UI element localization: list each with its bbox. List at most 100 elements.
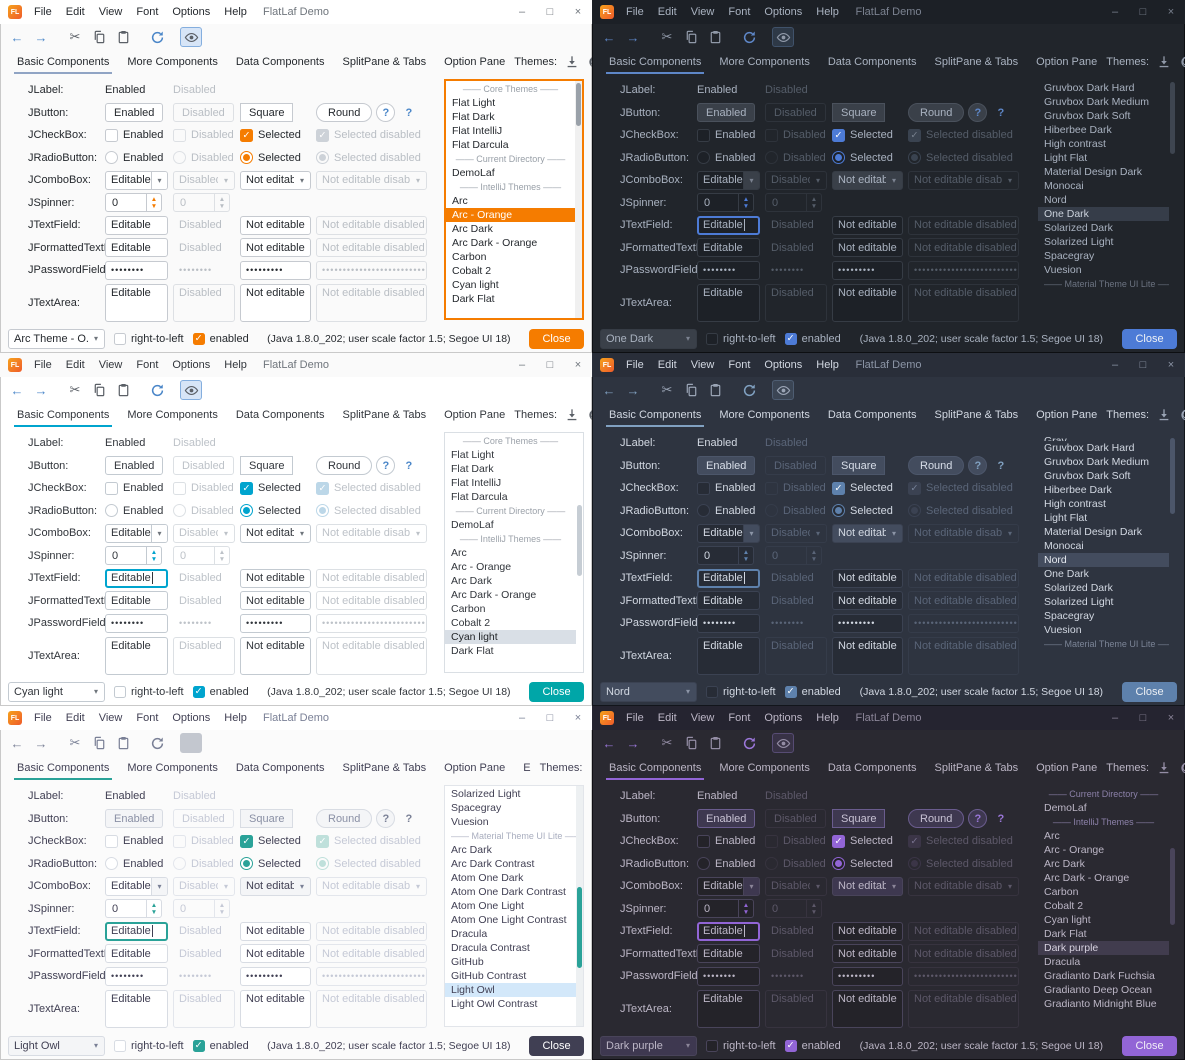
github-icon[interactable] — [1178, 407, 1185, 424]
theme-list-item[interactable]: Gruvbox Dark Hard — [1038, 441, 1169, 455]
menu-view[interactable]: View — [684, 706, 722, 730]
theme-list-item[interactable]: Cobalt 2 — [445, 616, 576, 630]
minimize-button[interactable]: – — [508, 0, 536, 24]
enabled-checkbox[interactable]: enabled — [785, 1040, 841, 1052]
forward-icon[interactable]: → — [30, 380, 52, 400]
formattedfield-editable[interactable]: Editable — [697, 944, 760, 963]
menu-font[interactable]: Font — [721, 0, 757, 24]
maximize-button[interactable]: □ — [1129, 0, 1157, 24]
tab-basic-components[interactable]: Basic Components — [8, 403, 118, 427]
menu-edit[interactable]: Edit — [651, 0, 684, 24]
theme-list-item[interactable]: DemoLaf — [445, 518, 576, 532]
theme-list-item[interactable]: Vuesion — [1038, 623, 1169, 637]
help-button-borderless[interactable]: ? — [399, 809, 418, 828]
spinner-arrows-icon[interactable]: ▲▼ — [738, 900, 753, 917]
tab-basic-components[interactable]: Basic Components — [8, 756, 118, 780]
theme-list-scrollbar[interactable] — [576, 786, 583, 1026]
spinner-arrows-icon[interactable]: ▲▼ — [146, 194, 161, 211]
formattedfield-editable[interactable]: Editable — [697, 238, 760, 257]
theme-list-item[interactable]: Hiberbee Dark — [1038, 483, 1169, 497]
tab-data-components[interactable]: Data Components — [227, 403, 334, 427]
theme-list-item[interactable]: Dark Flat — [1038, 927, 1169, 941]
menu-file[interactable]: File — [619, 706, 651, 730]
combobox-not-editable[interactable]: Not editable▾ — [832, 171, 903, 190]
paste-icon[interactable] — [112, 380, 134, 400]
theme-list-item[interactable]: Arc Dark — [445, 843, 576, 857]
theme-list-item[interactable]: Gruvbox Dark Medium — [1038, 95, 1169, 109]
theme-list-item[interactable]: Light Owl — [445, 983, 576, 997]
theme-list-item[interactable]: Flat Light — [446, 96, 575, 110]
cut-icon[interactable]: ✂ — [64, 380, 86, 400]
button-round[interactable]: Round — [316, 809, 372, 828]
menu-font[interactable]: Font — [129, 706, 165, 730]
close-window-button[interactable]: × — [564, 0, 592, 24]
minimize-button[interactable]: – — [508, 353, 536, 377]
checkbox-enabled[interactable]: Enabled — [697, 482, 755, 495]
theme-list-scrollbar[interactable] — [575, 81, 582, 318]
theme-list-item[interactable]: Flat Dark — [446, 110, 575, 124]
close-window-button[interactable]: × — [564, 353, 592, 377]
theme-list-scrollbar[interactable] — [1169, 80, 1176, 319]
copy-icon[interactable] — [680, 27, 702, 47]
menu-edit[interactable]: Edit — [651, 353, 684, 377]
button-square[interactable]: Square — [240, 103, 293, 122]
theme-list-item[interactable]: Flat Light — [445, 448, 576, 462]
back-icon[interactable]: ← — [598, 27, 620, 47]
refresh-icon[interactable] — [738, 380, 760, 400]
theme-list-item[interactable]: Arc - Orange — [445, 560, 576, 574]
tab-data-components[interactable]: Data Components — [819, 403, 926, 427]
enabled-checkbox[interactable]: enabled — [785, 686, 841, 698]
menu-help[interactable]: Help — [217, 353, 254, 377]
help-button[interactable]: ? — [968, 103, 987, 122]
download-theme-icon[interactable] — [563, 407, 580, 424]
enabled-checkbox[interactable]: enabled — [193, 686, 249, 698]
theme-list-item[interactable]: High contrast — [1038, 497, 1169, 511]
theme-list-item[interactable]: Carbon — [445, 602, 576, 616]
spinner-enabled[interactable]: 0▲▼ — [697, 899, 754, 918]
theme-selector-combo[interactable]: Arc Theme - O... ▾ — [8, 329, 105, 349]
menu-options[interactable]: Options — [165, 0, 217, 24]
button-square[interactable]: Square — [240, 456, 293, 475]
theme-list-item[interactable]: Solarized Dark — [1038, 581, 1169, 595]
help-button[interactable]: ? — [376, 103, 395, 122]
theme-list-item[interactable]: Carbon — [1038, 885, 1169, 899]
textfield-editable[interactable]: Editable — [105, 922, 168, 941]
theme-list-item[interactable]: Arc Dark — [446, 222, 575, 236]
button-enabled[interactable]: Enabled — [105, 809, 163, 828]
right-to-left-checkbox[interactable]: right-to-left — [114, 333, 184, 345]
menu-help[interactable]: Help — [217, 0, 254, 24]
tab-option-pane[interactable]: Option Pane — [435, 50, 514, 74]
menu-edit[interactable]: Edit — [59, 0, 92, 24]
menu-font[interactable]: Font — [721, 706, 757, 730]
download-theme-icon[interactable] — [563, 54, 580, 71]
theme-list-item[interactable]: Arc — [445, 546, 576, 560]
show-hover-eye-icon[interactable] — [180, 733, 202, 753]
tab-option-pane[interactable]: Option Pane — [435, 403, 514, 427]
checkbox-selected[interactable]: Selected — [240, 129, 301, 142]
formattedfield-editable[interactable]: Editable — [697, 591, 760, 610]
formattedfield-editable[interactable]: Editable — [105, 238, 168, 257]
theme-list-item[interactable]: Light Flat — [1038, 151, 1169, 165]
radio-enabled[interactable]: Enabled — [697, 857, 755, 870]
copy-icon[interactable] — [88, 27, 110, 47]
spinner-enabled[interactable]: 0▲▼ — [697, 546, 754, 565]
textfield-editable[interactable]: Editable — [105, 216, 168, 235]
theme-list-item[interactable]: Gruvbox Dark Soft — [1038, 469, 1169, 483]
textarea-editable[interactable]: Editable — [697, 637, 760, 675]
theme-list-item[interactable]: Atom One Light Contrast — [445, 913, 576, 927]
button-round[interactable]: Round — [908, 456, 964, 475]
tab-data-components[interactable]: Data Components — [227, 756, 334, 780]
menu-font[interactable]: Font — [721, 353, 757, 377]
menu-edit[interactable]: Edit — [59, 353, 92, 377]
copy-icon[interactable] — [680, 380, 702, 400]
spinner-enabled[interactable]: 0▲▼ — [105, 193, 162, 212]
theme-list-item[interactable]: Arc Dark — [1038, 857, 1169, 871]
github-icon[interactable] — [1178, 54, 1185, 71]
maximize-button[interactable]: □ — [536, 706, 564, 730]
close-window-button[interactable]: × — [1157, 706, 1185, 730]
theme-list-item[interactable]: Spacegray — [445, 801, 576, 815]
radio-enabled[interactable]: Enabled — [105, 504, 163, 517]
theme-list-item[interactable]: Dark Flat — [446, 292, 575, 306]
checkbox-enabled[interactable]: Enabled — [105, 129, 163, 142]
combobox-editable[interactable]: Editable▾ — [105, 877, 168, 896]
